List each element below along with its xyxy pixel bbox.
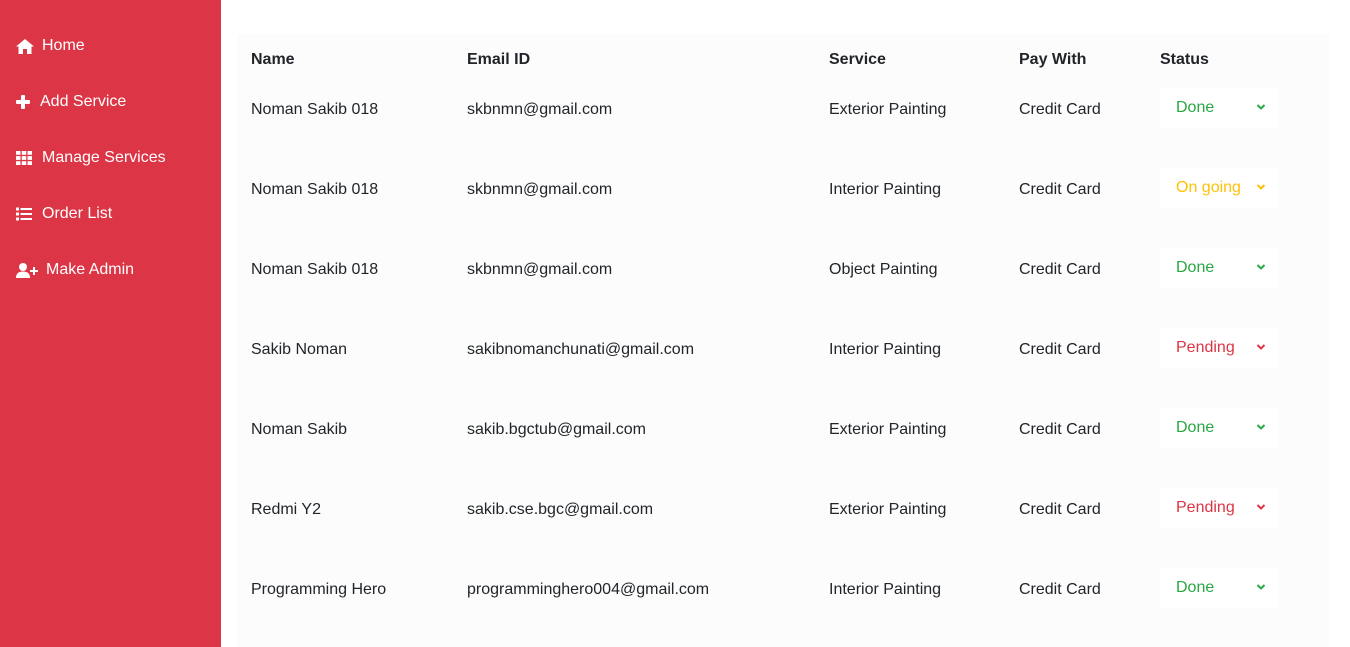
column-header-status: Status — [1160, 51, 1209, 68]
status-value: Done — [1176, 99, 1215, 116]
sidebar-item-label: Home — [42, 37, 85, 54]
status-value: Done — [1176, 579, 1215, 596]
plus-icon — [16, 94, 34, 110]
sidebar-item-label: Make Admin — [46, 261, 135, 278]
cell-service: Interior Painting — [829, 341, 942, 358]
sidebar-item-make-admin[interactable]: Make Admin — [16, 256, 134, 284]
chevron-down-icon — [1256, 584, 1266, 590]
cell-name: Programming Hero — [251, 581, 387, 598]
sidebar-item-add-service[interactable]: Add Service — [16, 88, 126, 116]
status-select[interactable]: Done — [1160, 568, 1278, 608]
cell-service: Interior Painting — [829, 181, 942, 198]
cell-service: Exterior Painting — [829, 421, 947, 438]
cell-name: Redmi Y2 — [251, 501, 321, 518]
sidebar-item-order-list[interactable]: Order List — [16, 200, 112, 228]
cell-service: Exterior Painting — [829, 101, 947, 118]
cell-name: Noman Sakib 018 — [251, 181, 379, 198]
sidebar: Home Add Service Manage Services Order L… — [0, 0, 221, 647]
status-select[interactable]: Done — [1160, 88, 1278, 128]
status-select[interactable]: On going — [1160, 168, 1278, 208]
column-header-service: Service — [829, 51, 886, 68]
status-select[interactable]: Pending — [1160, 328, 1278, 368]
column-header-name: Name — [251, 51, 295, 68]
chevron-down-icon — [1256, 264, 1266, 270]
sidebar-item-manage-services[interactable]: Manage Services — [16, 144, 166, 172]
sidebar-item-home[interactable]: Home — [16, 32, 85, 60]
status-value: Done — [1176, 419, 1215, 436]
cell-service: Exterior Painting — [829, 501, 947, 518]
cell-name: Noman Sakib 018 — [251, 261, 379, 278]
column-header-email: Email ID — [467, 51, 531, 68]
cell-service: Interior Painting — [829, 581, 942, 598]
cell-name: Noman Sakib — [251, 421, 348, 438]
cell-pay-with: Credit Card — [1019, 501, 1101, 518]
order-table: Name Email ID Service Pay With Status No… — [237, 34, 1329, 647]
status-select[interactable]: Done — [1160, 408, 1278, 448]
cell-email: skbnmn@gmail.com — [467, 181, 613, 198]
status-select[interactable]: Done — [1160, 248, 1278, 288]
cell-pay-with: Credit Card — [1019, 101, 1101, 118]
list-icon — [16, 206, 36, 222]
cell-email: sakibnomanchunati@gmail.com — [467, 341, 695, 358]
sidebar-item-label: Add Service — [40, 93, 127, 110]
column-header-pay-with: Pay With — [1019, 51, 1087, 68]
cell-pay-with: Credit Card — [1019, 421, 1101, 438]
chevron-down-icon — [1256, 184, 1266, 190]
status-value: Pending — [1176, 339, 1235, 356]
cell-email: skbnmn@gmail.com — [467, 261, 613, 278]
user-plus-icon — [16, 262, 40, 278]
chevron-down-icon — [1256, 104, 1266, 110]
cell-pay-with: Credit Card — [1019, 261, 1101, 278]
cell-pay-with: Credit Card — [1019, 581, 1101, 598]
sidebar-item-label: Order List — [42, 205, 113, 222]
cell-name: Sakib Noman — [251, 341, 348, 358]
cell-email: skbnmn@gmail.com — [467, 101, 613, 118]
chevron-down-icon — [1256, 344, 1266, 350]
status-value: On going — [1176, 179, 1241, 196]
cell-name: Noman Sakib 018 — [251, 101, 379, 118]
cell-email: sakib.cse.bgc@gmail.com — [467, 501, 654, 518]
cell-email: sakib.bgctub@gmail.com — [467, 421, 646, 438]
chevron-down-icon — [1256, 504, 1266, 510]
chevron-down-icon — [1256, 424, 1266, 430]
status-select[interactable]: Pending — [1160, 488, 1278, 528]
status-value: Pending — [1176, 499, 1235, 516]
grid-icon — [16, 150, 36, 166]
sidebar-item-label: Manage Services — [42, 149, 166, 166]
home-icon — [16, 38, 36, 54]
status-value: Done — [1176, 259, 1215, 276]
cell-pay-with: Credit Card — [1019, 181, 1101, 198]
cell-pay-with: Credit Card — [1019, 341, 1101, 358]
cell-email: programminghero004@gmail.com — [467, 581, 710, 598]
cell-service: Object Painting — [829, 261, 938, 278]
